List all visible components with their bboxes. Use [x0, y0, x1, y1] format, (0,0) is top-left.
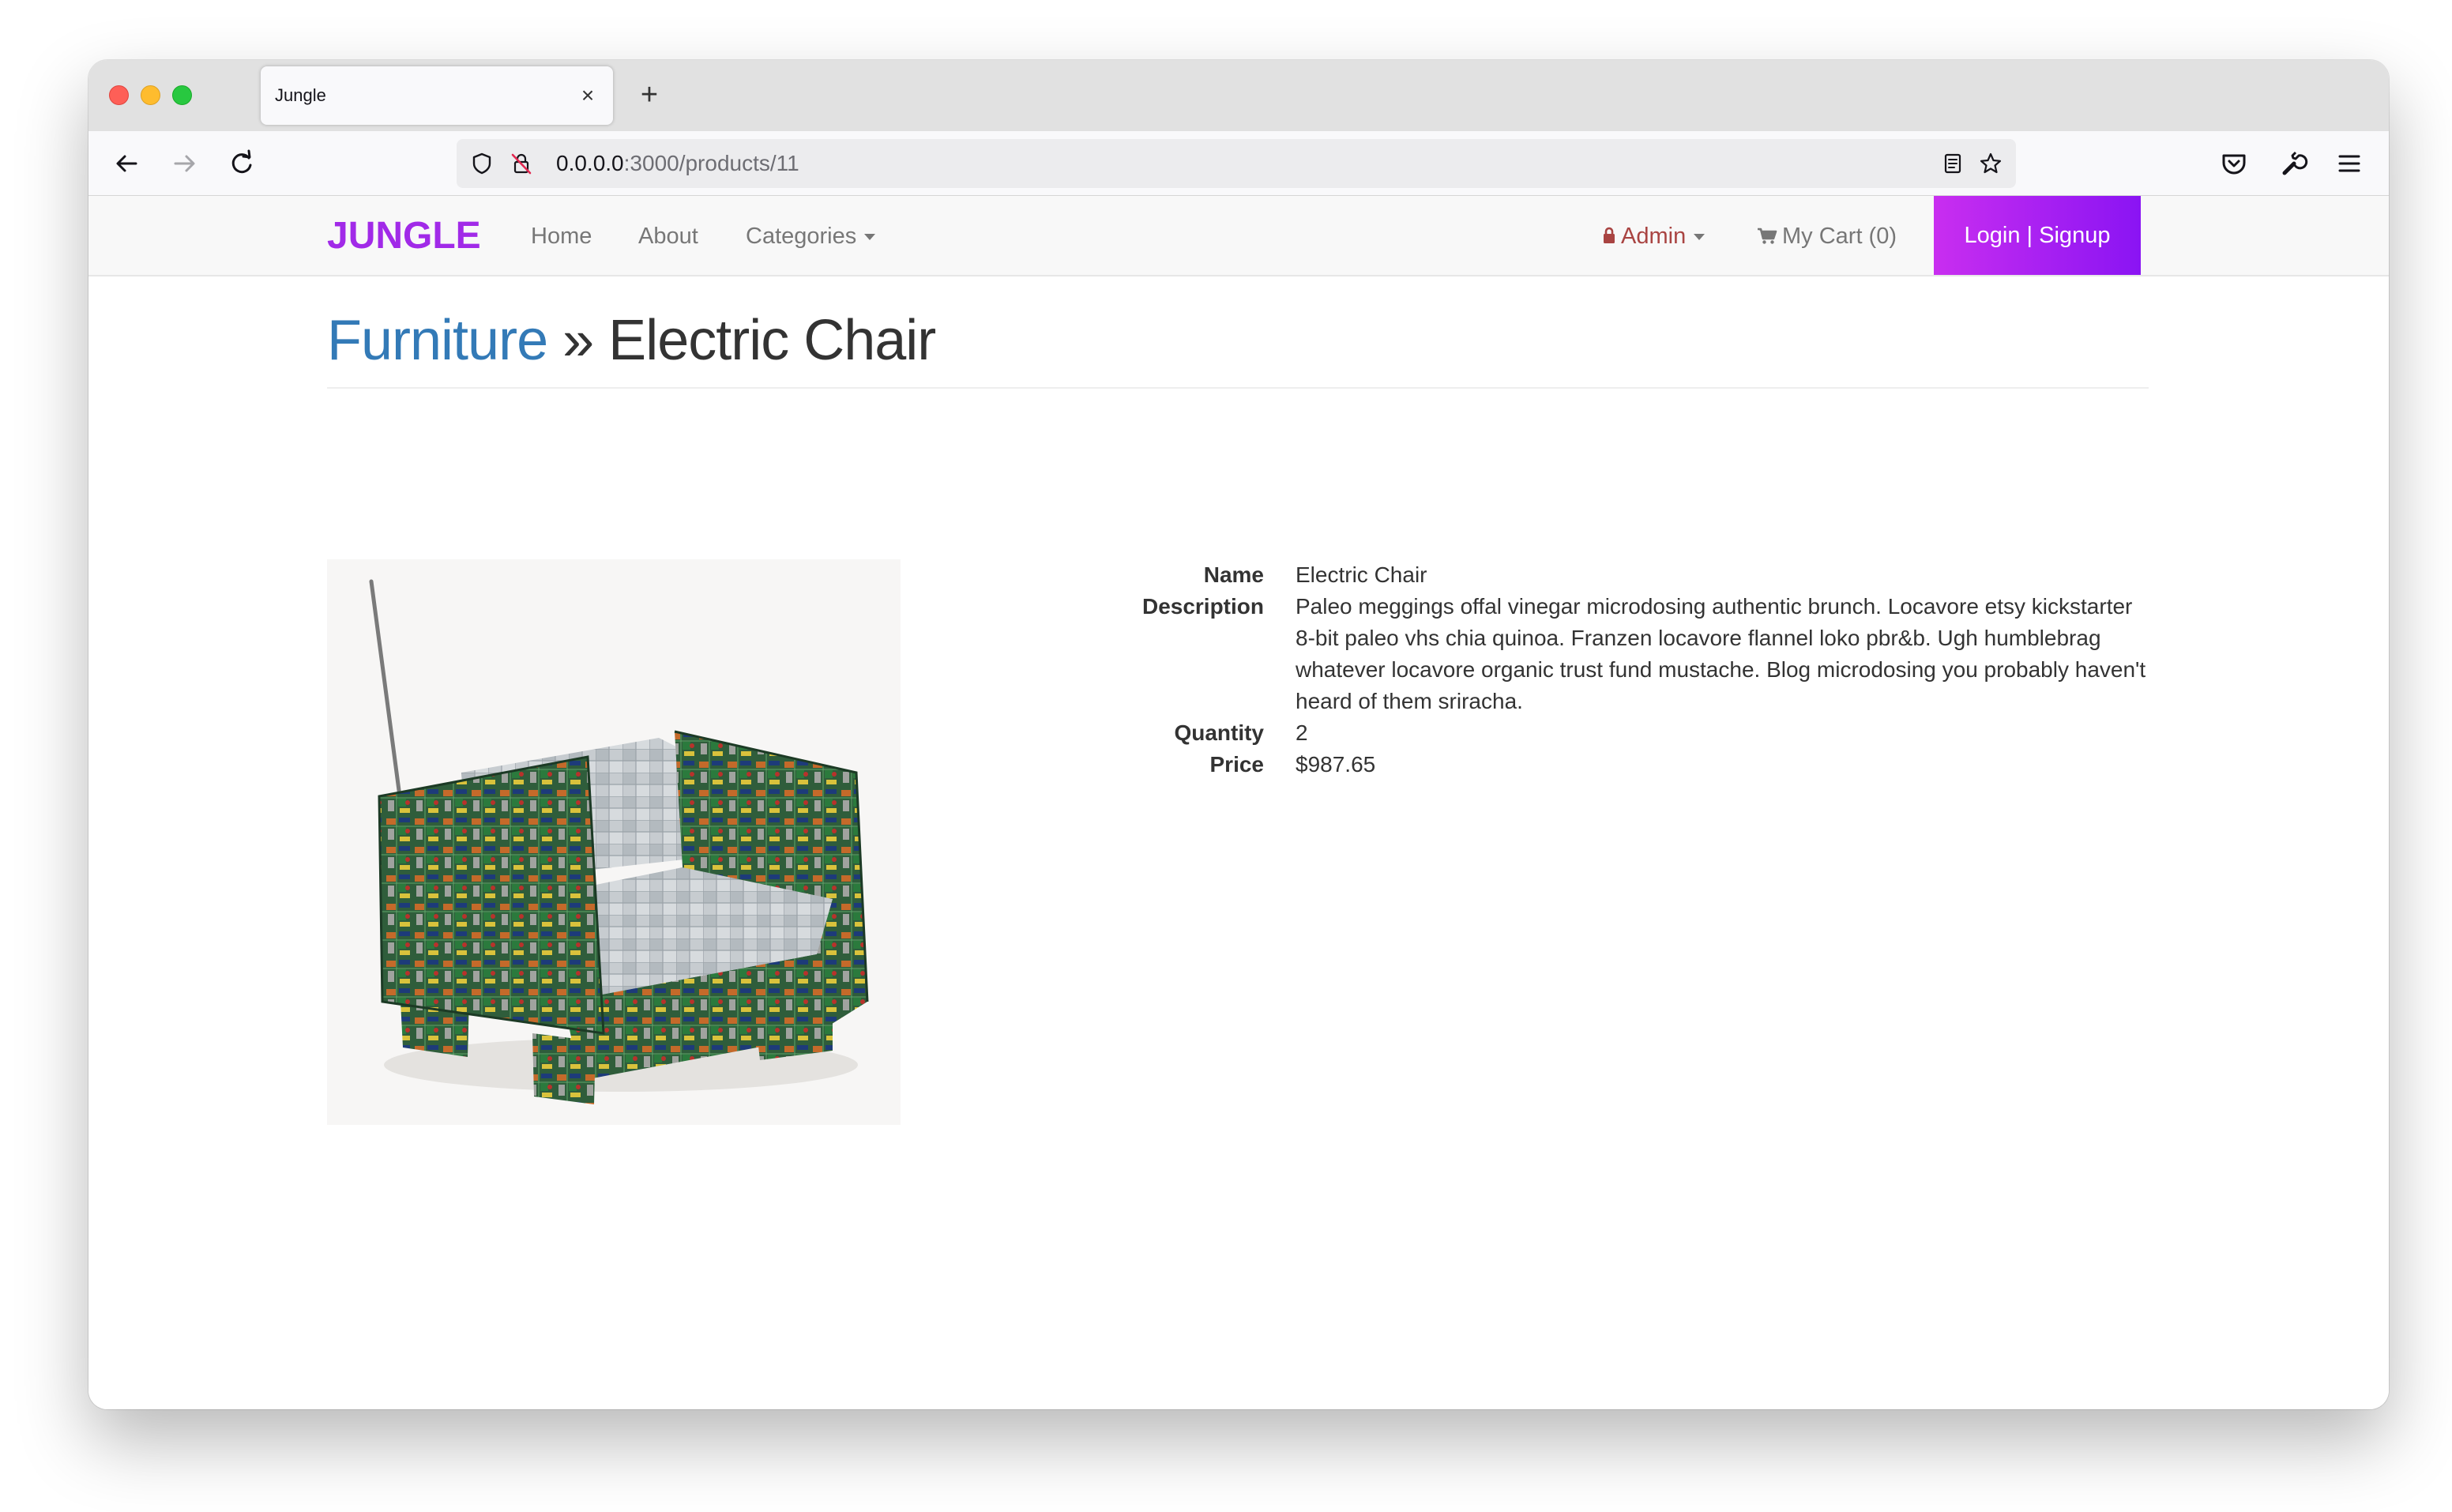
product-image	[327, 559, 901, 1125]
url-path: :3000/products/11	[623, 151, 799, 175]
shield-icon[interactable]	[469, 151, 495, 176]
detail-row-description: Description Paleo meggings offal vinegar…	[957, 591, 2149, 717]
name-value: Electric Chair	[1296, 562, 1427, 587]
detail-row-price: Price $987.65	[957, 749, 2149, 780]
breadcrumb-category-link[interactable]: Furniture	[327, 309, 548, 372]
quantity-value: 2	[1296, 720, 1308, 745]
login-signup-button[interactable]: Login | Signup	[1934, 196, 2141, 275]
product-title: Electric Chair	[608, 309, 936, 372]
url-bar[interactable]: 0.0.0.0:3000/products/11	[457, 139, 2016, 188]
nav-dropdown-categories[interactable]: Categories	[746, 196, 876, 276]
tab-close-icon[interactable]: ×	[577, 85, 599, 107]
caret-down-icon	[864, 234, 876, 241]
categories-label: Categories	[746, 224, 857, 249]
bookmark-star-icon[interactable]	[1978, 151, 2003, 176]
minimize-window-button[interactable]	[141, 85, 160, 105]
shopping-cart-icon	[1758, 228, 1777, 244]
browser-window: Jungle × + 0.0.0.0:3000/products/11 JUNG…	[88, 60, 2389, 1409]
product-details: Name Electric Chair Description Paleo me…	[957, 559, 2149, 780]
page-content: JUNGLE Home About Categories Admin My Ca…	[88, 196, 2389, 1409]
page-header: Furniture » Electric Chair	[327, 292, 2149, 389]
reader-view-icon[interactable]	[1940, 151, 1965, 176]
quantity-label: Quantity	[1174, 720, 1264, 745]
forward-arrow-icon[interactable]	[167, 146, 202, 181]
close-window-button[interactable]	[109, 85, 129, 105]
url-host: 0.0.0.0	[556, 151, 624, 175]
brand-logo[interactable]: JUNGLE	[327, 196, 481, 276]
detail-row-quantity: Quantity 2	[957, 717, 2149, 749]
reload-icon[interactable]	[224, 146, 259, 181]
wrench-icon[interactable]	[2275, 146, 2310, 181]
price-value: $987.65	[1296, 752, 1376, 777]
price-label: Price	[1209, 752, 1265, 777]
description-label: Description	[1141, 594, 1264, 619]
breadcrumb-separator: »	[547, 309, 609, 372]
tab-strip: Jungle × +	[88, 60, 2389, 131]
url-text[interactable]: 0.0.0.0:3000/products/11	[556, 139, 799, 188]
site-navbar: JUNGLE Home About Categories Admin My Ca…	[88, 196, 2389, 276]
pocket-icon[interactable]	[2217, 146, 2251, 181]
lock-icon	[1604, 227, 1615, 243]
nav-link-cart[interactable]: My Cart (0)	[1757, 196, 1897, 276]
tab-jungle[interactable]: Jungle ×	[261, 66, 613, 125]
name-label: Name	[1203, 562, 1264, 587]
zoom-window-button[interactable]	[172, 85, 192, 105]
tab-title: Jungle	[275, 85, 326, 105]
page-title: Furniture » Electric Chair	[327, 292, 2149, 389]
nav-dropdown-admin[interactable]: Admin	[1602, 196, 1705, 276]
cart-label: My Cart (0)	[1782, 224, 1897, 249]
insecure-lock-icon[interactable]	[509, 151, 534, 176]
browser-toolbar: 0.0.0.0:3000/products/11	[88, 131, 2389, 196]
nav-link-about[interactable]: About	[638, 196, 698, 276]
description-value: Paleo meggings offal vinegar microdosing…	[1296, 594, 2146, 713]
new-tab-button[interactable]: +	[634, 79, 665, 111]
admin-label: Admin	[1621, 224, 1687, 249]
back-arrow-icon[interactable]	[109, 146, 144, 181]
caret-down-icon	[1694, 234, 1705, 241]
detail-row-name: Name Electric Chair	[957, 559, 2149, 591]
electric-chair-image	[327, 559, 901, 1125]
hamburger-menu-icon[interactable]	[2332, 146, 2367, 181]
nav-link-home[interactable]: Home	[531, 196, 592, 276]
